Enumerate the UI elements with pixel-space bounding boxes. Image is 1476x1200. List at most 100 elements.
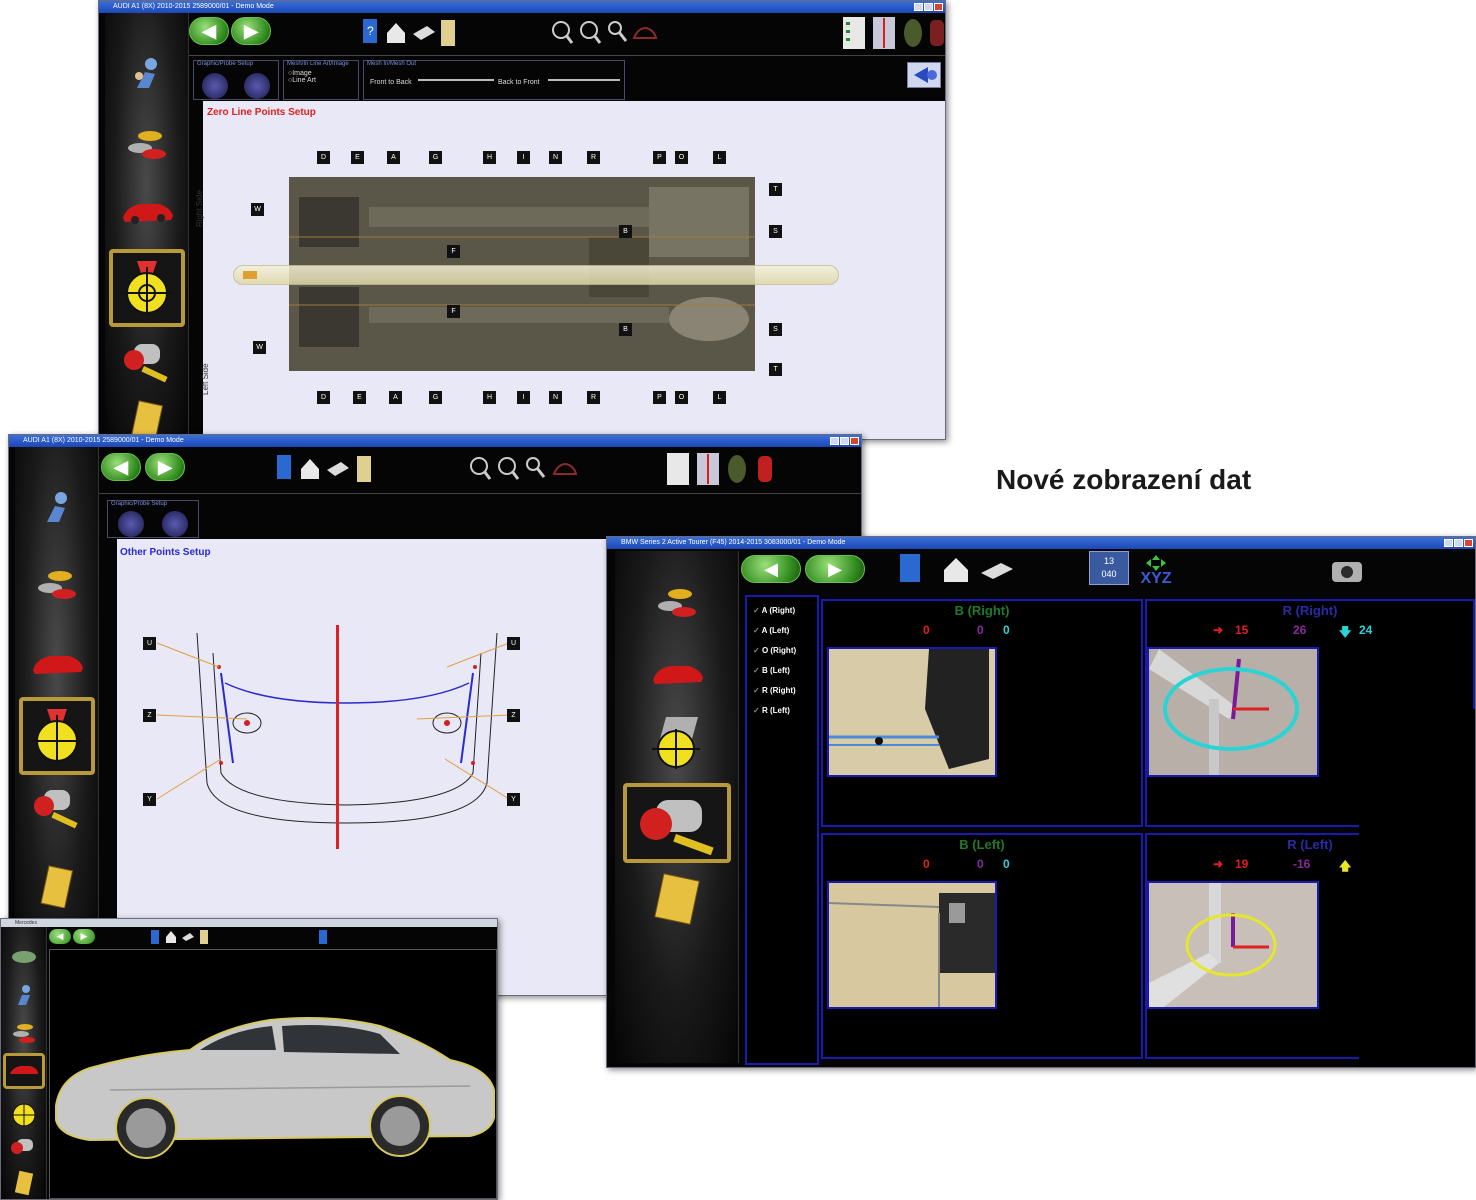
- point-label[interactable]: B: [619, 225, 632, 238]
- checkbox[interactable]: ✓: [753, 666, 760, 675]
- point-label[interactable]: S: [769, 323, 782, 336]
- sidebar-item-technician[interactable]: [9, 981, 39, 1009]
- sidebar-item-measure-setup[interactable]: [642, 711, 712, 771]
- measurement-tile[interactable]: B (Right) 0 0 0: [821, 599, 1143, 827]
- point-label[interactable]: E: [351, 151, 364, 164]
- point-label[interactable]: O: [675, 151, 688, 164]
- point-label[interactable]: U: [143, 637, 156, 650]
- point-label[interactable]: B: [619, 323, 632, 336]
- chassis-view-button[interactable]: [871, 15, 897, 51]
- sidebar-item-measure-setup[interactable]: [18, 697, 95, 775]
- probe-mode-button[interactable]: [244, 73, 270, 99]
- point-label[interactable]: S: [769, 225, 782, 238]
- maximize-button[interactable]: [924, 3, 933, 11]
- sidebar-item-report[interactable]: [642, 869, 712, 929]
- sidebar-item-vehicle[interactable]: [117, 191, 177, 231]
- exit-button[interactable]: [907, 62, 941, 88]
- back-button[interactable]: ◀: [189, 17, 229, 45]
- point-label[interactable]: D: [317, 391, 330, 404]
- sidebar-item-home[interactable]: [9, 943, 39, 971]
- notes-button[interactable]: [199, 929, 209, 945]
- radio-lineart[interactable]: ○Line Art: [284, 77, 358, 84]
- list-item[interactable]: ✓ O (Right): [753, 641, 811, 661]
- zoom-out-button[interactable]: [577, 17, 603, 49]
- xyz-button[interactable]: XYZ: [1133, 553, 1179, 589]
- car-top-button[interactable]: [927, 17, 945, 49]
- print-button[interactable]: [325, 455, 351, 483]
- checkbox[interactable]: ✓: [753, 646, 760, 655]
- underbody-button[interactable]: [901, 17, 925, 49]
- close-button[interactable]: [1464, 539, 1473, 547]
- sidebar-item-technician[interactable]: [32, 483, 82, 533]
- sidebar-item-probe[interactable]: [27, 781, 87, 833]
- point-label[interactable]: G: [429, 151, 442, 164]
- probe-mode-button[interactable]: [162, 511, 188, 537]
- sidebar-item-vehicle-select[interactable]: [7, 1017, 41, 1047]
- forward-button[interactable]: ▶: [231, 17, 271, 45]
- sidebar-item-probe[interactable]: [117, 335, 177, 387]
- graphic-mode-button[interactable]: [118, 511, 144, 537]
- sidebar-item-measure-setup[interactable]: [7, 1095, 41, 1131]
- point-label[interactable]: O: [675, 391, 688, 404]
- home-button[interactable]: [385, 19, 407, 47]
- notes-button[interactable]: [355, 453, 373, 485]
- help-button[interactable]: ?: [359, 15, 381, 49]
- counter-button[interactable]: 13 040: [1089, 551, 1129, 585]
- sidebar-item-measure-setup[interactable]: [108, 249, 185, 327]
- close-button[interactable]: [850, 437, 859, 445]
- point-label[interactable]: W: [253, 341, 266, 354]
- checkbox[interactable]: ✓: [753, 626, 760, 635]
- help-button[interactable]: [273, 451, 295, 485]
- point-label[interactable]: N: [549, 151, 562, 164]
- point-label[interactable]: P: [653, 391, 666, 404]
- checkbox[interactable]: ✓: [753, 706, 760, 715]
- point-label[interactable]: P: [653, 151, 666, 164]
- measurement-tile[interactable]: B (Left) 0 0 0: [821, 833, 1143, 1059]
- graphic-mode-button[interactable]: [202, 73, 228, 99]
- sidebar-item-vehicle[interactable]: [645, 653, 709, 693]
- list-item[interactable]: ✓ R (Right): [753, 681, 811, 701]
- home-button[interactable]: [299, 455, 321, 483]
- list-item[interactable]: ✓ B (Left): [753, 661, 811, 681]
- radio-image[interactable]: ○Image: [284, 70, 358, 77]
- front-slider[interactable]: [418, 79, 494, 81]
- point-label[interactable]: W: [251, 203, 264, 216]
- close-button[interactable]: [934, 3, 943, 11]
- point-label[interactable]: T: [769, 363, 782, 376]
- home-button[interactable]: [941, 555, 971, 585]
- print-button[interactable]: [979, 557, 1015, 585]
- point-label[interactable]: N: [549, 391, 562, 404]
- checklist-button[interactable]: [841, 15, 867, 51]
- forward-button[interactable]: ▶: [73, 929, 95, 944]
- point-label[interactable]: G: [429, 391, 442, 404]
- point-label[interactable]: H: [483, 391, 496, 404]
- point-label[interactable]: D: [317, 151, 330, 164]
- list-item[interactable]: ✓ A (Right): [753, 601, 811, 621]
- help-button[interactable]: [149, 929, 161, 945]
- forward-button[interactable]: ▶: [145, 453, 185, 481]
- point-label[interactable]: Z: [143, 709, 156, 722]
- car-view-button[interactable]: [631, 21, 659, 47]
- minimize-button[interactable]: [830, 437, 839, 445]
- sidebar-item-report[interactable]: [32, 861, 82, 911]
- sidebar-item-vehicle-select[interactable]: [647, 577, 707, 627]
- minimize-button[interactable]: [1444, 539, 1453, 547]
- point-label[interactable]: F: [447, 305, 460, 318]
- point-label[interactable]: A: [387, 151, 400, 164]
- back-slider[interactable]: [548, 79, 620, 81]
- notes-button[interactable]: [439, 17, 457, 49]
- point-label[interactable]: Y: [507, 793, 520, 806]
- point-label[interactable]: Z: [507, 709, 520, 722]
- point-label[interactable]: L: [713, 151, 726, 164]
- checkbox[interactable]: ✓: [753, 686, 760, 695]
- forward-button[interactable]: ▶: [805, 555, 865, 583]
- magnify-button[interactable]: [523, 453, 547, 485]
- sidebar-item-vehicle[interactable]: [2, 1053, 45, 1089]
- checklist-button[interactable]: [665, 451, 691, 487]
- minimize-button[interactable]: [914, 3, 923, 11]
- point-label[interactable]: F: [447, 245, 460, 258]
- point-label[interactable]: E: [353, 391, 366, 404]
- point-label[interactable]: R: [587, 151, 600, 164]
- checkbox[interactable]: ✓: [753, 606, 760, 615]
- list-item[interactable]: ✓ A (Left): [753, 621, 811, 641]
